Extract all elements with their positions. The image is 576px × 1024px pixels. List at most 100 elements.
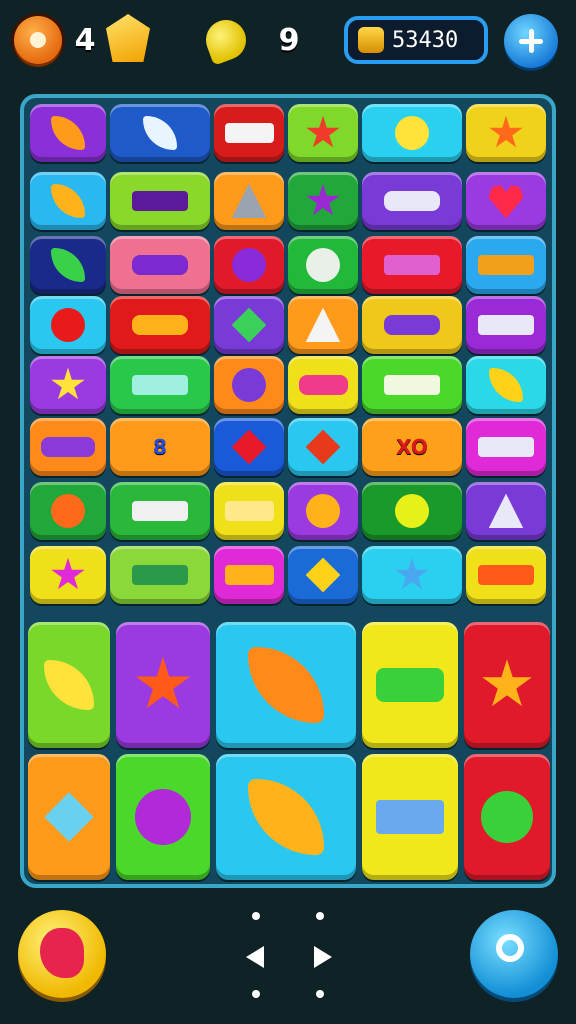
- tile[interactable]: [466, 236, 546, 294]
- tile[interactable]: [288, 418, 358, 476]
- tile[interactable]: [288, 296, 358, 354]
- tile[interactable]: [214, 296, 284, 354]
- arrow-right-icon[interactable]: [314, 946, 332, 968]
- question-icon: [481, 791, 533, 843]
- tile[interactable]: [110, 356, 210, 414]
- gear-icon[interactable]: [14, 16, 62, 64]
- bulb-icon: [394, 493, 430, 529]
- donut-icon: [231, 367, 267, 403]
- tile[interactable]: [466, 418, 546, 476]
- tile[interactable]: [464, 622, 550, 748]
- bead-bar-icon: [384, 190, 440, 212]
- tile[interactable]: [288, 356, 358, 414]
- tile[interactable]: [466, 296, 546, 354]
- tile[interactable]: [288, 546, 358, 604]
- drop-icon: [305, 429, 341, 465]
- tile[interactable]: [466, 482, 546, 540]
- tile[interactable]: [466, 172, 546, 230]
- tile[interactable]: [30, 236, 106, 294]
- tile[interactable]: [30, 296, 106, 354]
- tile[interactable]: [110, 172, 210, 230]
- fish-icon: [50, 183, 86, 219]
- search-button[interactable]: [470, 910, 558, 998]
- tile[interactable]: [216, 754, 356, 880]
- tile[interactable]: [362, 754, 458, 880]
- tile[interactable]: [362, 546, 462, 604]
- tile[interactable]: [362, 104, 462, 162]
- tile[interactable]: [30, 356, 106, 414]
- bird-icon: [51, 557, 85, 590]
- tile[interactable]: [466, 546, 546, 604]
- tile[interactable]: [30, 104, 106, 162]
- cone-icon: [305, 307, 341, 343]
- gear-count: 4: [74, 22, 96, 58]
- coin-counter[interactable]: 53430: [344, 16, 488, 64]
- tile[interactable]: [288, 236, 358, 294]
- sun-face-icon: [51, 367, 85, 400]
- menu-button[interactable]: [504, 14, 558, 68]
- tile[interactable]: [362, 296, 462, 354]
- apple-icon: [50, 493, 86, 529]
- tile[interactable]: [30, 482, 106, 540]
- tile[interactable]: [214, 482, 284, 540]
- tile[interactable]: [110, 546, 210, 604]
- domino-icon: [384, 374, 440, 396]
- question-icon: [44, 660, 94, 710]
- lemon-icon: [200, 14, 252, 66]
- lemon-count: 9: [278, 22, 300, 58]
- gem-icon: [44, 792, 94, 842]
- tile[interactable]: [110, 236, 210, 294]
- tile[interactable]: [466, 104, 546, 162]
- tile[interactable]: [30, 172, 106, 230]
- tile[interactable]: [110, 482, 210, 540]
- tile[interactable]: [214, 356, 284, 414]
- tile[interactable]: 8: [110, 418, 210, 476]
- tile[interactable]: [28, 622, 110, 748]
- balloon-button[interactable]: [18, 910, 106, 998]
- tile[interactable]: [214, 236, 284, 294]
- tile[interactable]: [288, 482, 358, 540]
- tile[interactable]: [288, 104, 358, 162]
- fish-icon: [248, 779, 324, 855]
- tile[interactable]: [214, 104, 284, 162]
- tile[interactable]: [362, 172, 462, 230]
- tile[interactable]: [466, 356, 546, 414]
- carrot-icon: [488, 367, 524, 403]
- sun-face-icon: [135, 656, 191, 709]
- purse-icon: [298, 374, 348, 396]
- scroll-icon: [132, 190, 188, 212]
- sun-face-icon: [482, 659, 532, 707]
- tile[interactable]: [214, 418, 284, 476]
- tile[interactable]: [214, 546, 284, 604]
- bead-bar-icon: [41, 436, 95, 458]
- leaf-icon: [248, 647, 324, 723]
- arrow-left-icon[interactable]: [246, 946, 264, 968]
- bead-bar-icon: [384, 314, 440, 336]
- sign-icon: [132, 564, 188, 586]
- tile[interactable]: [464, 754, 550, 880]
- robot-face-icon: [224, 500, 274, 522]
- tile[interactable]: [362, 482, 462, 540]
- tile[interactable]: [28, 754, 110, 880]
- cross-icon: [305, 557, 341, 593]
- tile[interactable]: [116, 622, 210, 748]
- coin-icon: [358, 27, 384, 53]
- bulb-icon: [134, 788, 192, 846]
- tile[interactable]: [216, 622, 356, 748]
- bottle-icon: [132, 314, 188, 336]
- pencil-icon: [224, 564, 274, 586]
- tile[interactable]: [288, 172, 358, 230]
- tile[interactable]: [362, 622, 458, 748]
- tile[interactable]: [30, 546, 106, 604]
- tile[interactable]: [116, 754, 210, 880]
- tile[interactable]: [214, 172, 284, 230]
- tile[interactable]: XO: [362, 418, 462, 476]
- top-hud: 4 9 53430: [0, 0, 576, 90]
- tile[interactable]: [362, 236, 462, 294]
- tile[interactable]: [30, 418, 106, 476]
- tile[interactable]: [110, 296, 210, 354]
- envelope-icon: [231, 307, 267, 343]
- wand-icon: [478, 436, 534, 458]
- tile[interactable]: [110, 104, 210, 162]
- tile[interactable]: [362, 356, 462, 414]
